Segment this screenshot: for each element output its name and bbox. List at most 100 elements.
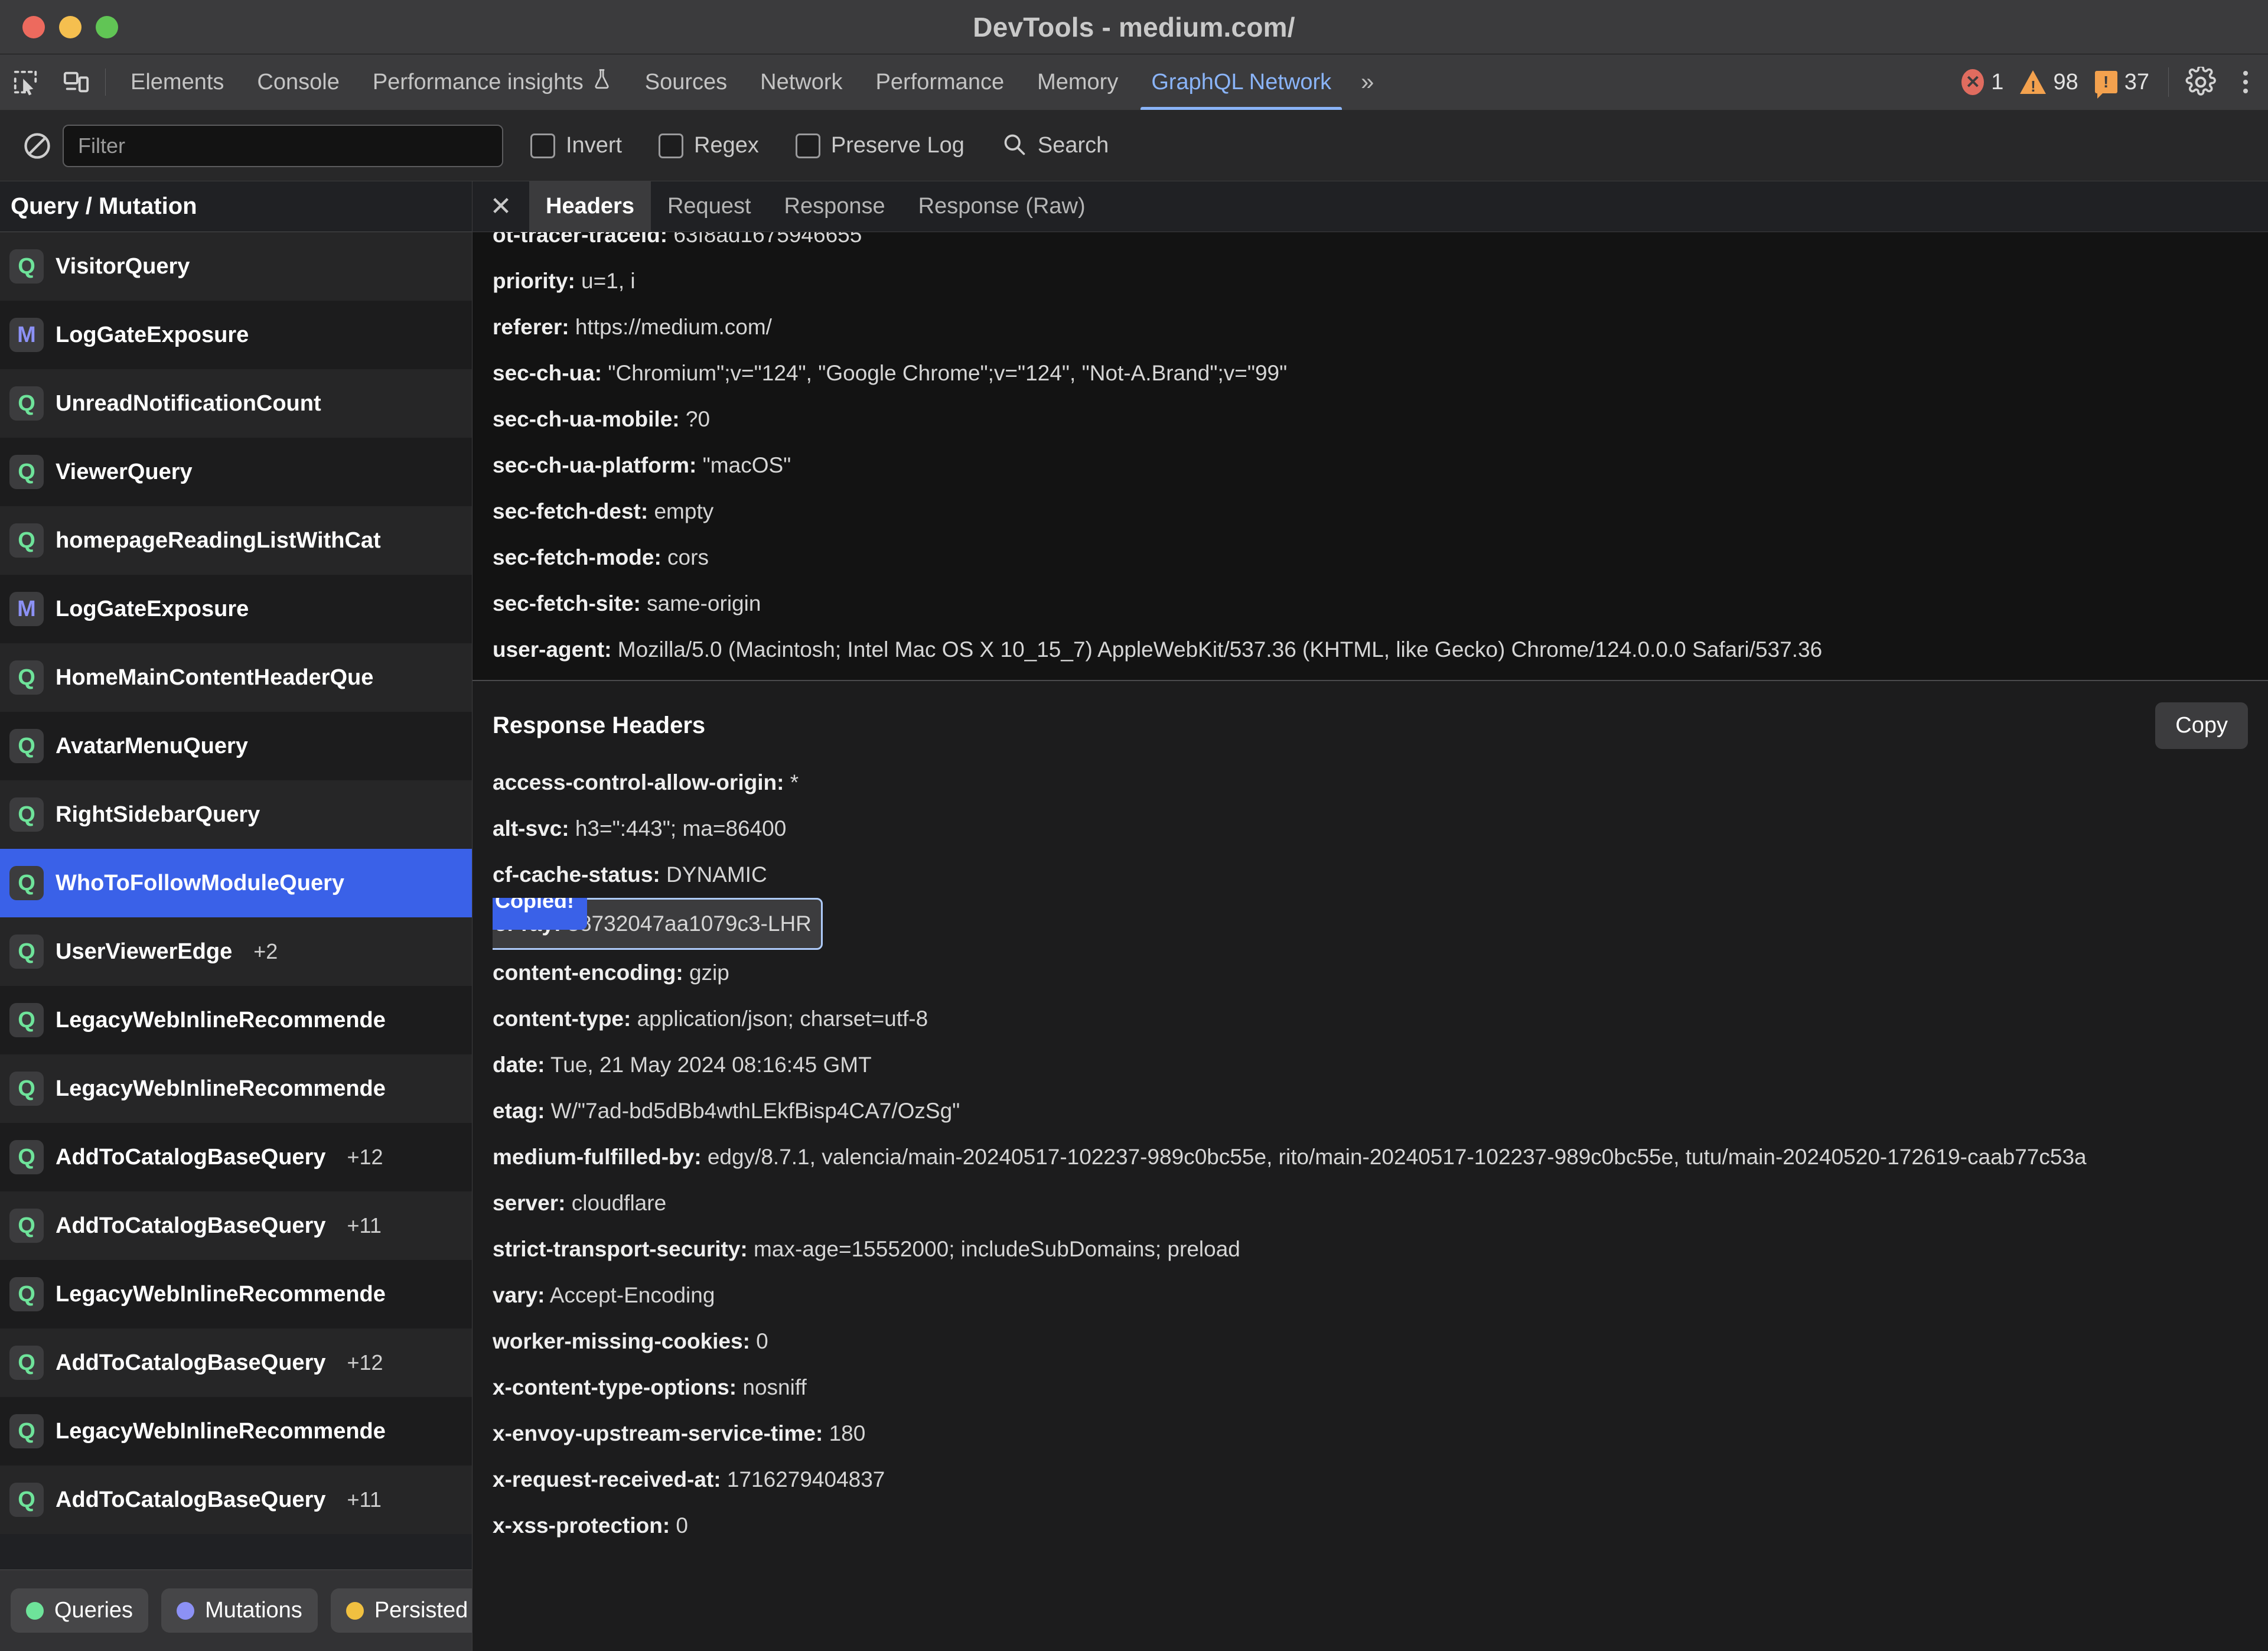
tab-elements[interactable]: Elements [114, 54, 240, 110]
header-value[interactable]: 1716279404837 [721, 1467, 885, 1492]
sidebar-item-visitorquery[interactable]: QVisitorQuery [0, 232, 472, 301]
header-value[interactable]: 0 [750, 1329, 768, 1353]
regex-checkbox[interactable]: Regex [659, 133, 759, 158]
sidebar-item-whotofollowmodulequery[interactable]: QWhoToFollowModuleQuery [0, 849, 472, 917]
header-value[interactable]: "Chromium";v="124", "Google Chrome";v="1… [602, 361, 1287, 385]
response-header-row[interactable]: alt-svc: h3=":443"; ma=86400 [493, 806, 2248, 852]
warning-counter[interactable]: ! 98 [2014, 70, 2084, 95]
window-zoom-button[interactable] [96, 16, 118, 38]
request-header-row[interactable]: priority: u=1, i [493, 258, 2248, 304]
response-header-row[interactable]: server: cloudflare [493, 1180, 2248, 1226]
header-value[interactable]: cors [662, 545, 709, 569]
header-value[interactable]: 88732047aa1079c3-LHR [561, 911, 812, 936]
clear-log-icon[interactable] [12, 131, 63, 161]
header-value[interactable]: 63f8ad1675946655 [667, 232, 862, 247]
window-close-button[interactable] [22, 16, 45, 38]
sidebar-item-legacywebinlinerecommende[interactable]: QLegacyWebInlineRecommende [0, 1054, 472, 1123]
response-header-row[interactable]: date: Tue, 21 May 2024 08:16:45 GMT [493, 1042, 2248, 1088]
window-minimize-button[interactable] [59, 16, 82, 38]
header-value[interactable]: same-origin [641, 591, 761, 616]
header-value[interactable]: 180 [823, 1421, 865, 1445]
sidebar-item-homemaincontentheaderque[interactable]: QHomeMainContentHeaderQue [0, 643, 472, 712]
header-value[interactable]: application/json; charset=utf-8 [631, 1007, 928, 1031]
response-header-row[interactable]: worker-missing-cookies: 0 [493, 1318, 2248, 1365]
response-header-row[interactable]: x-content-type-options: nosniff [493, 1365, 2248, 1411]
response-header-row[interactable]: strict-transport-security: max-age=15552… [493, 1226, 2248, 1272]
filter-pill-persisted[interactable]: Persisted [331, 1588, 472, 1633]
more-tabs-chevron-icon[interactable]: » [1348, 54, 1387, 110]
header-value[interactable]: empty [648, 499, 713, 523]
request-header-row[interactable]: user-agent: Mozilla/5.0 (Macintosh; Inte… [493, 627, 2248, 673]
sidebar-item-addtocatalogbasequery[interactable]: QAddToCatalogBaseQuery+12 [0, 1123, 472, 1191]
request-header-row[interactable]: sec-fetch-site: same-origin [493, 581, 2248, 627]
tab-sources[interactable]: Sources [628, 54, 744, 110]
tab-response[interactable]: Response [768, 181, 902, 232]
header-value[interactable]: W/"7ad-bd5dBb4wthLEkfBisp4CA7/OzSg" [545, 1099, 960, 1123]
sidebar-item-addtocatalogbasequery[interactable]: QAddToCatalogBaseQuery+11 [0, 1191, 472, 1260]
response-header-row[interactable]: medium-fulfilled-by: edgy/8.7.1, valenci… [493, 1134, 2248, 1180]
tab-response-raw[interactable]: Response (Raw) [902, 181, 1102, 232]
response-header-row[interactable]: content-type: application/json; charset=… [493, 996, 2248, 1042]
header-value[interactable]: ?0 [680, 407, 710, 431]
header-value[interactable]: Tue, 21 May 2024 08:16:45 GMT [545, 1053, 871, 1077]
response-headers-list[interactable]: access-control-allow-origin: *alt-svc: h… [493, 760, 2248, 1549]
sidebar-item-rightsidebarquery[interactable]: QRightSidebarQuery [0, 780, 472, 849]
sidebar-item-unreadnotificationcount[interactable]: QUnreadNotificationCount [0, 369, 472, 438]
header-value[interactable]: h3=":443"; ma=86400 [569, 816, 787, 841]
response-header-row[interactable]: cf-cache-status: DYNAMIC [493, 852, 2248, 898]
header-value[interactable]: u=1, i [575, 269, 636, 293]
request-header-row[interactable]: sec-ch-ua-mobile: ?0 [493, 396, 2248, 442]
header-value[interactable]: 0 [670, 1513, 688, 1538]
invert-checkbox[interactable]: Invert [530, 133, 622, 158]
response-header-row[interactable]: access-control-allow-origin: * [493, 760, 2248, 806]
tab-console[interactable]: Console [240, 54, 356, 110]
kebab-menu-icon[interactable] [2223, 54, 2268, 110]
sidebar-item-legacywebinlinerecommende[interactable]: QLegacyWebInlineRecommende [0, 1397, 472, 1466]
sidebar-item-homepagereadinglistwithcat[interactable]: QhomepageReadingListWithCat [0, 506, 472, 575]
sidebar-item-addtocatalogbasequery[interactable]: QAddToCatalogBaseQuery+11 [0, 1466, 472, 1534]
response-header-row[interactable]: x-envoy-upstream-service-time: 180 [493, 1411, 2248, 1457]
header-value[interactable]: Mozilla/5.0 (Macintosh; Intel Mac OS X 1… [611, 637, 1822, 662]
filter-pill-mutations[interactable]: Mutations [161, 1588, 318, 1633]
request-header-row[interactable]: sec-ch-ua-platform: "macOS" [493, 442, 2248, 489]
header-value[interactable]: Accept-Encoding [545, 1283, 715, 1307]
search-button[interactable]: Search [1001, 131, 1109, 160]
response-header-row[interactable]: Copied!cf-ray: 88732047aa1079c3-LHR [493, 898, 2248, 950]
header-value[interactable]: gzip [683, 960, 729, 985]
sidebar-item-uservieweredge[interactable]: QUserViewerEdge+2 [0, 917, 472, 986]
header-value[interactable]: nosniff [737, 1375, 807, 1399]
tab-headers[interactable]: Headers [529, 181, 651, 232]
sidebar-item-legacywebinlinerecommende[interactable]: QLegacyWebInlineRecommende [0, 986, 472, 1054]
preserve-log-checkbox[interactable]: Preserve Log [796, 133, 964, 158]
sidebar-item-viewerquery[interactable]: QViewerQuery [0, 438, 472, 506]
info-counter[interactable]: ! 37 [2089, 70, 2155, 95]
header-value[interactable]: cloudflare [565, 1191, 666, 1215]
sidebar-item-addtocatalogbasequery[interactable]: QAddToCatalogBaseQuery+12 [0, 1328, 472, 1397]
request-header-row[interactable]: sec-fetch-mode: cors [493, 535, 2248, 581]
tab-request[interactable]: Request [651, 181, 768, 232]
response-header-row[interactable]: vary: Accept-Encoding [493, 1272, 2248, 1318]
sidebar-item-avatarmenuquery[interactable]: QAvatarMenuQuery [0, 712, 472, 780]
header-value[interactable]: * [784, 770, 799, 794]
response-header-row[interactable]: x-xss-protection: 0 [493, 1503, 2248, 1549]
device-toolbar-icon[interactable] [51, 54, 102, 110]
sidebar-item-loggateexposure[interactable]: MLogGateExposure [0, 301, 472, 369]
request-header-row[interactable]: sec-fetch-dest: empty [493, 489, 2248, 535]
tab-performance-insights[interactable]: Performance insights [356, 54, 628, 110]
sidebar-item-loggateexposure[interactable]: MLogGateExposure [0, 575, 472, 643]
tab-network[interactable]: Network [744, 54, 859, 110]
header-value[interactable]: edgy/8.7.1, valencia/main-20240517-10223… [702, 1145, 2087, 1169]
error-counter[interactable]: ✕ 1 [1956, 69, 2009, 95]
header-value[interactable]: DYNAMIC [660, 862, 767, 887]
gear-icon[interactable] [2178, 54, 2223, 110]
request-header-row[interactable]: sec-ch-ua: "Chromium";v="124", "Google C… [493, 350, 2248, 396]
tab-graphql-network[interactable]: GraphQL Network [1135, 54, 1348, 110]
filter-pill-queries[interactable]: Queries [11, 1588, 148, 1633]
request-headers-list[interactable]: ot-tracer-traceid: 63f8ad1675946655prior… [472, 232, 2268, 681]
header-value[interactable]: https://medium.com/ [569, 315, 772, 339]
header-value[interactable]: "macOS" [696, 453, 791, 477]
request-header-row[interactable]: ot-tracer-traceid: 63f8ad1675946655 [493, 232, 2248, 258]
close-icon[interactable]: ✕ [472, 181, 529, 232]
tab-performance[interactable]: Performance [859, 54, 1021, 110]
response-header-row[interactable]: content-encoding: gzip [493, 950, 2248, 996]
